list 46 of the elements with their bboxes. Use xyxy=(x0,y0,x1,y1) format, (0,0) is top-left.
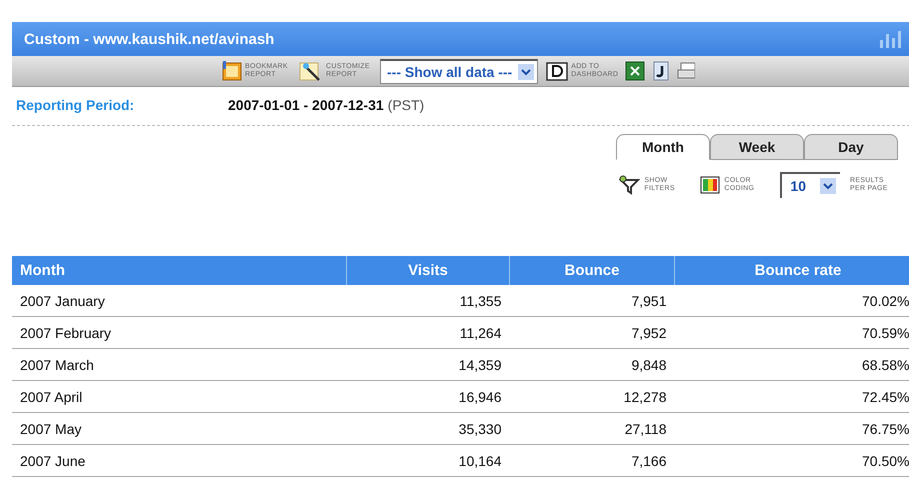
table-cell: 2007 April xyxy=(12,380,346,412)
timezone-label: (PST) xyxy=(388,97,424,113)
column-header[interactable]: Bounce rate xyxy=(674,256,909,285)
table-cell: 72.45% xyxy=(674,380,909,412)
table-cell: 10,164 xyxy=(346,444,510,476)
table-cell: 11,264 xyxy=(346,316,510,348)
table-cell: 16,946 xyxy=(346,380,510,412)
column-header[interactable]: Month xyxy=(12,256,346,285)
dashboard-icon xyxy=(546,61,568,81)
table-cell: 7,952 xyxy=(510,316,674,348)
table-cell: 76.75% xyxy=(674,412,909,444)
dropdown-icon xyxy=(820,178,836,194)
print-icon[interactable] xyxy=(677,61,696,81)
funnel-icon xyxy=(618,175,640,195)
table-cell: 68.58% xyxy=(674,348,909,380)
dropdown-icon xyxy=(518,64,534,80)
window-title: Custom - www.kaushik.net/avinash xyxy=(24,30,274,48)
column-header[interactable]: Bounce xyxy=(510,256,674,285)
spreadsheet-icon[interactable] xyxy=(625,61,646,81)
table-cell: 2007 June xyxy=(12,444,346,476)
table-cell: 11,355 xyxy=(346,285,510,316)
table-cell: 7,166 xyxy=(510,444,674,476)
table-cell: 35,330 xyxy=(346,412,510,444)
table-cell: 70.59% xyxy=(674,316,909,348)
column-header[interactable]: Visits xyxy=(346,256,510,285)
reporting-period-label: Reporting Period: xyxy=(15,97,136,113)
document-icon[interactable] xyxy=(653,61,670,81)
period-tab[interactable]: Week xyxy=(710,134,804,160)
results-per-page-select[interactable]: 10 xyxy=(780,172,840,198)
color-swatch-icon xyxy=(700,176,720,194)
table-cell: 7,951 xyxy=(510,285,674,316)
table-cell: 70.02% xyxy=(674,285,909,316)
table-cell: 2007 May xyxy=(12,412,346,444)
table-cell: 12,278 xyxy=(510,380,674,412)
view-select[interactable]: --- Show all data --- xyxy=(380,58,538,84)
period-tab[interactable]: Day xyxy=(804,134,898,160)
table-cell: 2007 February xyxy=(12,316,346,348)
table-cell: 2007 March xyxy=(12,348,346,380)
table-cell: 9,848 xyxy=(510,348,674,380)
table-cell: 14,359 xyxy=(346,348,510,380)
table-cell: 2007 January xyxy=(12,285,346,316)
period-tab[interactable]: Month xyxy=(616,134,710,160)
reporting-period-range: 2007-01-01 - 2007-12-31 xyxy=(228,97,384,113)
bookmark-icon xyxy=(222,61,242,81)
table-cell: 70.50% xyxy=(674,444,909,476)
table-cell: 27,118 xyxy=(510,412,674,444)
